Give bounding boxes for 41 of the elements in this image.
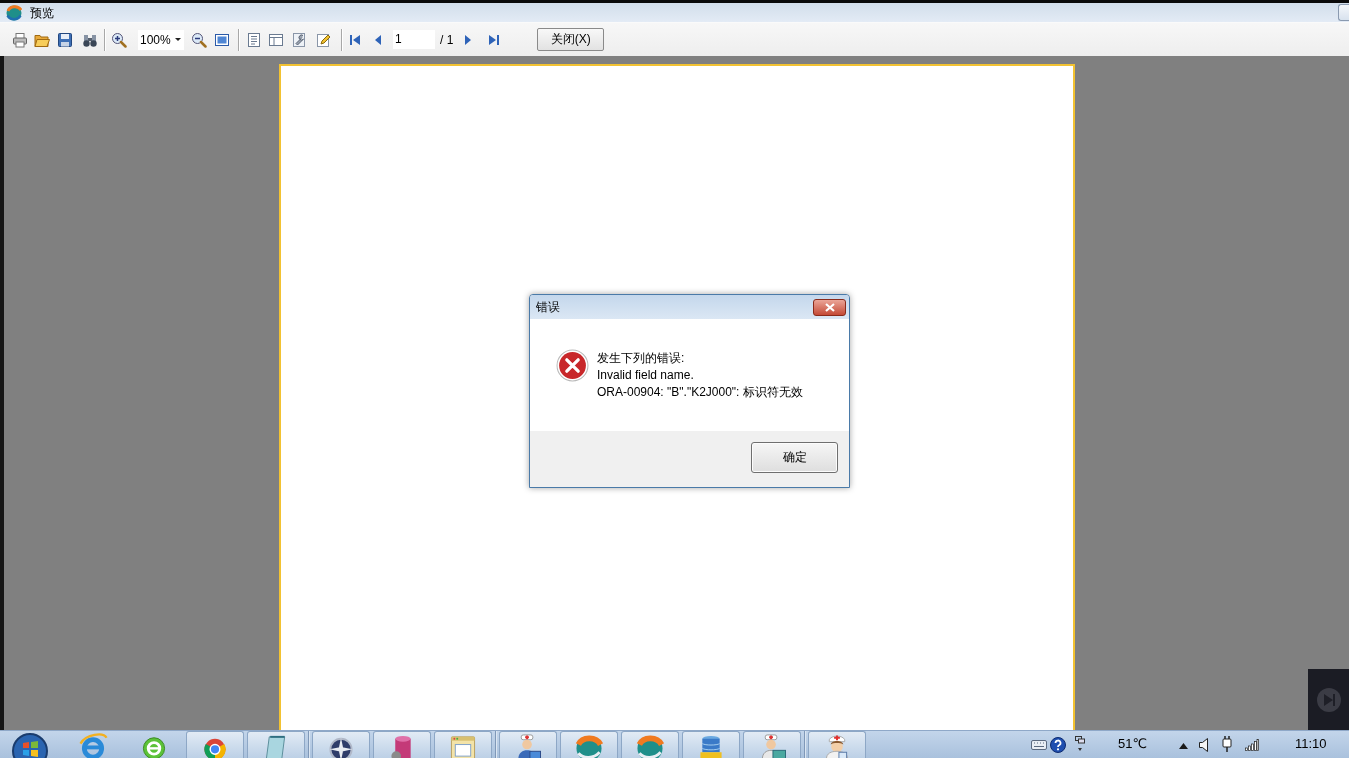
window-button[interactable]: [1338, 4, 1349, 21]
page-count-label: / 1: [440, 32, 454, 47]
s-logo-icon: [634, 733, 666, 758]
ok-button[interactable]: 确定: [751, 442, 838, 473]
close-button[interactable]: 关闭(X): [537, 28, 605, 51]
help-icon[interactable]: [1050, 737, 1066, 753]
s-logo-icon: [573, 733, 605, 758]
speaker-icon[interactable]: [1199, 738, 1209, 752]
save-icon[interactable]: [57, 31, 73, 48]
temperature-reading: 51℃: [1118, 736, 1149, 751]
start-orb-icon[interactable]: [10, 731, 50, 758]
zoom-out-icon[interactable]: [191, 31, 207, 48]
message-text: Invalid field name.: [597, 367, 695, 384]
caret-icon: [175, 38, 181, 41]
window-title: 预览: [30, 5, 54, 20]
signal-bars-icon[interactable]: [1245, 739, 1259, 751]
app-logo-icon: [6, 4, 22, 21]
clock[interactable]: 11:10: [1295, 736, 1349, 751]
window-menu-icon[interactable]: [1075, 736, 1085, 752]
page-view-icon[interactable]: [214, 31, 230, 48]
dialog-title: 错误: [536, 300, 560, 314]
document-lines-icon[interactable]: [246, 31, 262, 48]
printer-icon[interactable]: [12, 31, 28, 48]
panel-layout-icon[interactable]: [268, 31, 284, 48]
zoom-select[interactable]: 100%: [138, 29, 184, 50]
close-button[interactable]: [813, 298, 846, 316]
close-icon: [824, 302, 835, 312]
power-plug-icon[interactable]: [1221, 736, 1233, 752]
message-text: 发生下列的错误:: [597, 350, 686, 367]
error-icon: [556, 349, 589, 382]
taskbar-button[interactable]: [312, 731, 370, 758]
keyboard-icon[interactable]: [1031, 740, 1047, 750]
page-wrench-icon[interactable]: [291, 31, 307, 48]
zoom-in-icon[interactable]: [111, 31, 127, 48]
page-pencil-icon[interactable]: [315, 31, 331, 48]
page-field[interactable]: 1: [393, 30, 435, 49]
taskbar-button[interactable]: [373, 731, 431, 758]
message-text: ORA-00904: "B"."K2J000": 标识符无效: [597, 384, 803, 401]
up-arrow-icon[interactable]: [1179, 743, 1188, 749]
play-icon: [1315, 686, 1342, 713]
taskbar-button[interactable]: [499, 731, 557, 758]
